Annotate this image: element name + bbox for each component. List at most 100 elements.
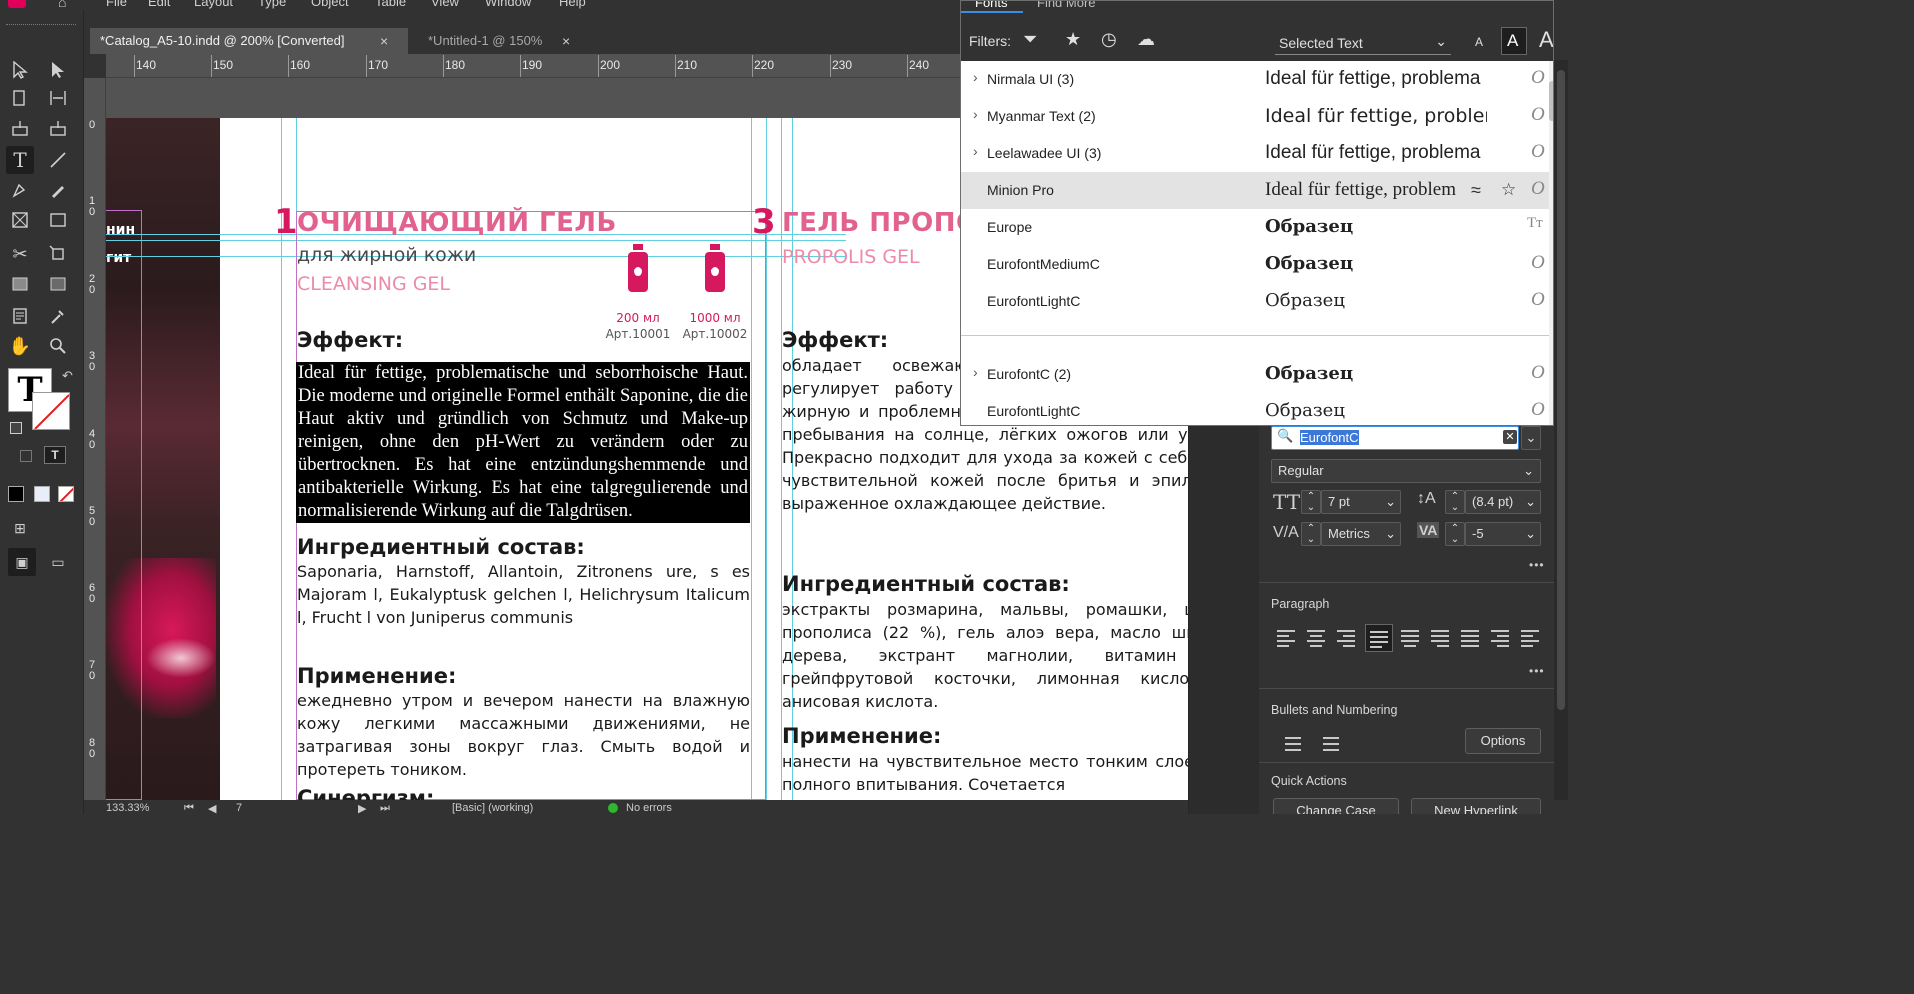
first-page-icon[interactable]: ⏮ xyxy=(184,802,194,814)
favorites-star-icon[interactable]: ★ xyxy=(1065,29,1081,50)
more-options-icon[interactable]: ••• xyxy=(1529,558,1545,572)
tracking-field[interactable]: -5 ⌄ xyxy=(1465,522,1541,546)
section-heading[interactable]: Эффект: xyxy=(297,328,403,352)
tab-find-more[interactable]: Find More xyxy=(1037,1,1096,10)
similar-fonts-icon[interactable]: ≈ xyxy=(1471,180,1481,201)
free-transform-tool-icon[interactable] xyxy=(44,240,72,268)
justify-right-icon[interactable] xyxy=(1429,628,1451,648)
stroke-swatch-icon[interactable] xyxy=(32,392,70,430)
change-case-button[interactable]: Change Case xyxy=(1273,798,1399,814)
menu-view[interactable]: View xyxy=(431,0,459,9)
page-number[interactable]: 7 xyxy=(236,802,242,814)
apply-gradient-icon[interactable] xyxy=(34,486,50,502)
hand-tool-icon[interactable]: ✋ xyxy=(6,332,34,360)
gradient-feather-tool-icon[interactable] xyxy=(44,270,72,298)
default-colors-icon[interactable] xyxy=(10,422,22,434)
clear-icon[interactable]: ✕ xyxy=(1503,430,1517,444)
recent-clock-icon[interactable]: ◷ xyxy=(1101,29,1117,50)
gradient-swatch-tool-icon[interactable] xyxy=(6,270,34,298)
font-list-item[interactable]: › Nirmala UI (3) Ideal für fettige, prob… xyxy=(961,61,1553,98)
font-list-item[interactable]: EurofontMediumC Образец O xyxy=(961,246,1553,283)
align-right-icon[interactable] xyxy=(1335,628,1357,648)
preview-size-medium[interactable]: A xyxy=(1507,31,1518,51)
swap-fill-stroke-icon[interactable]: ↶ xyxy=(62,368,73,384)
font-list-item[interactable]: › EurofontC (2) Образец O xyxy=(961,356,1553,393)
preview-size-small[interactable]: A xyxy=(1475,35,1483,49)
prev-page-icon[interactable]: ◀ xyxy=(208,802,216,814)
options-button[interactable]: Options xyxy=(1465,728,1541,754)
section-heading[interactable]: Эффект: xyxy=(782,328,888,352)
tab-fonts[interactable]: Fonts xyxy=(975,1,1008,10)
font-list-item[interactable]: EurofontLightC Образец O xyxy=(961,393,1553,425)
align-left-icon[interactable] xyxy=(1275,628,1297,648)
note-tool-icon[interactable] xyxy=(6,302,34,330)
justify-center-icon[interactable] xyxy=(1399,628,1421,648)
application-text[interactable]: нанести на чувствительное место тонким с… xyxy=(782,750,1188,796)
filter-icon[interactable]: ⏷ xyxy=(1023,29,1037,50)
numbered-list-icon[interactable] xyxy=(1317,734,1339,754)
bulleted-list-icon[interactable] xyxy=(1279,734,1301,754)
align-center-icon[interactable] xyxy=(1305,628,1327,648)
section-heading[interactable]: Ингредиентный состав: xyxy=(297,535,585,559)
direct-selection-tool-icon[interactable] xyxy=(44,56,72,84)
screen-mode-presentation-icon[interactable]: ▭ xyxy=(44,548,72,576)
product-subtitle-ru[interactable]: для жирной кожи xyxy=(297,244,476,266)
justify-all-icon[interactable] xyxy=(1459,628,1481,648)
formatting-container-icon[interactable] xyxy=(20,450,32,462)
panel-scrollbar[interactable] xyxy=(1554,60,1568,800)
leading-stepper[interactable]: ⌃ ⌄ xyxy=(1445,490,1465,514)
pen-tool-icon[interactable] xyxy=(6,176,34,204)
scrollbar-thumb[interactable] xyxy=(1557,70,1565,710)
page-tool-icon[interactable] xyxy=(6,84,34,112)
align-away-from-spine-icon[interactable] xyxy=(1519,628,1541,648)
home-icon[interactable]: ⌂ xyxy=(58,0,66,10)
font-list-item[interactable]: › Leelawadee UI (3) Ideal für fettige, p… xyxy=(961,135,1553,172)
preflight-status[interactable]: No errors xyxy=(626,802,672,814)
kerning-field[interactable]: Metrics ⌄ xyxy=(1321,522,1401,546)
search-icon[interactable]: 🔍 xyxy=(1277,428,1293,444)
font-list-dropdown[interactable]: Fonts Find More Filters: ⏷ ★ ◷ ☁ Selecte… xyxy=(960,0,1554,426)
more-options-icon[interactable]: ••• xyxy=(1529,664,1545,678)
font-list-item[interactable]: EurofontLightC Образец O xyxy=(961,283,1553,320)
expand-chevron-icon[interactable]: › xyxy=(973,69,978,85)
section-heading[interactable]: Синергизм: xyxy=(297,786,434,800)
apply-none-icon[interactable] xyxy=(58,486,74,502)
content-placer-icon[interactable] xyxy=(44,114,72,142)
screen-mode-normal-icon[interactable]: ▣ xyxy=(8,548,36,576)
vertical-ruler[interactable]: 0 10 20 30 40 50 60 70 80 xyxy=(84,78,106,800)
menu-type[interactable]: Type xyxy=(258,0,286,9)
product-subtitle-en[interactable]: PROPOLIS GEL xyxy=(782,246,920,268)
close-icon[interactable]: × xyxy=(380,28,388,54)
close-icon[interactable]: × xyxy=(562,28,570,54)
last-page-icon[interactable]: ⏭ xyxy=(380,802,390,814)
new-hyperlink-button[interactable]: New Hyperlink xyxy=(1411,798,1541,814)
preview-size-large[interactable]: A xyxy=(1539,27,1553,53)
next-page-icon[interactable]: ▶ xyxy=(358,802,366,814)
formatting-text-icon[interactable]: T xyxy=(44,446,66,464)
align-towards-spine-icon[interactable] xyxy=(1489,628,1511,648)
product-subtitle-en[interactable]: CLEANSING GEL xyxy=(297,273,450,295)
menu-object[interactable]: Object xyxy=(311,0,349,9)
scissors-tool-icon[interactable]: ✂ xyxy=(6,240,34,268)
activated-cloud-icon[interactable]: ☁ xyxy=(1137,29,1155,50)
font-list-item[interactable]: › Myanmar Text (2) Ideal für fettige, pr… xyxy=(961,98,1553,135)
line-tool-icon[interactable] xyxy=(44,146,72,174)
font-list-item[interactable]: Europe Образец Tт xyxy=(961,209,1553,246)
gap-tool-icon[interactable] xyxy=(44,84,72,112)
ingredients-text[interactable]: Saponaria, Harnstoff, Allantoin, Zitrone… xyxy=(297,560,750,629)
type-tool-icon[interactable]: T xyxy=(6,146,34,174)
tracking-stepper[interactable]: ⌃ ⌄ xyxy=(1445,522,1465,546)
menu-layout[interactable]: Layout xyxy=(194,0,233,9)
section-heading[interactable]: Применение: xyxy=(782,724,941,748)
menu-edit[interactable]: Edit xyxy=(148,0,170,9)
content-collector-icon[interactable] xyxy=(6,114,34,142)
menu-table[interactable]: Table xyxy=(375,0,406,9)
application-text[interactable]: ежедневно утром и вечером нанести на вла… xyxy=(297,689,750,781)
leading-field[interactable]: (8.4 pt) ⌄ xyxy=(1465,490,1541,514)
eyedropper-tool-icon[interactable] xyxy=(44,302,72,330)
horizontal-ruler[interactable]: 140 150 160 170 180 190 200 210 220 230 … xyxy=(106,54,960,78)
product-title[interactable]: ОЧИЩАЮЩИЙ ГЕЛЬ xyxy=(297,208,617,238)
zoom-level[interactable]: 133.33% xyxy=(106,802,149,814)
zoom-tool-icon[interactable] xyxy=(44,332,72,360)
selected-text-block[interactable]: Ideal für fettige, problematische und se… xyxy=(296,362,750,523)
